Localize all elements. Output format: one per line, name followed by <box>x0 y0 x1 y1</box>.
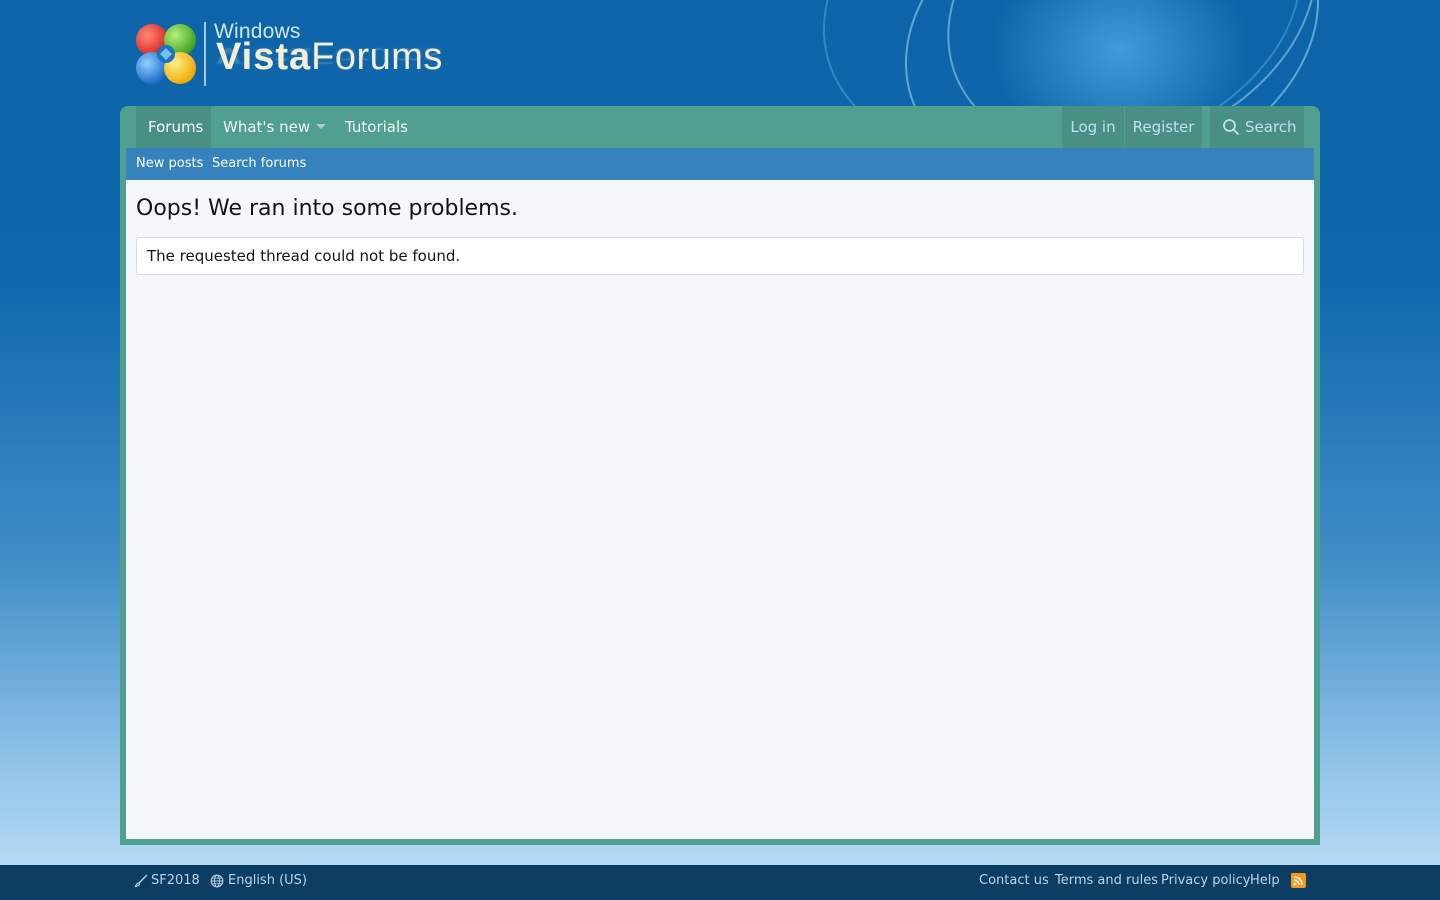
search-icon <box>1223 119 1239 135</box>
logo-reflection: VistaForums <box>216 42 443 68</box>
language-chooser-label: English (US) <box>228 873 307 888</box>
logo-divider <box>204 22 206 86</box>
footer: SF2018 English (US) Contact us Terms and… <box>0 865 1440 900</box>
site-logo[interactable]: Windows VistaForums VistaForums <box>134 20 514 100</box>
windows-flag-icon <box>136 24 196 84</box>
globe-icon <box>210 874 224 888</box>
brush-icon <box>134 874 148 888</box>
sub-navigation: New posts Search forums <box>126 148 1314 180</box>
rss-glyph <box>1293 876 1303 886</box>
nav-tab-tutorials[interactable]: Tutorials <box>333 106 420 148</box>
subnav-new-posts[interactable]: New posts <box>136 148 203 180</box>
footer-link-help[interactable]: Help <box>1250 865 1280 900</box>
main-frame: Forums What's new Tutorials Log in Regis… <box>120 106 1320 845</box>
language-chooser-link[interactable]: English (US) <box>210 865 307 900</box>
error-message-box: The requested thread could not be found. <box>136 237 1304 275</box>
header-background-light <box>780 0 1340 110</box>
main-navigation: Forums What's new Tutorials Log in Regis… <box>120 106 1320 148</box>
main-content: Oops! We ran into some problems. The req… <box>126 180 1314 839</box>
footer-link-terms-and-rules[interactable]: Terms and rules <box>1055 865 1158 900</box>
style-chooser-label: SF2018 <box>151 873 200 888</box>
search-button-label: Search <box>1245 118 1297 136</box>
logo-reflection-light: Forums <box>311 42 443 68</box>
logo-reflection-bold: Vista <box>216 42 312 68</box>
style-chooser-link[interactable]: SF2018 <box>134 865 200 900</box>
page-title: Oops! We ran into some problems. <box>136 196 518 221</box>
nav-tab-whats-new[interactable]: What's new <box>211 106 322 148</box>
nav-tab-forums[interactable]: Forums <box>136 106 211 148</box>
subnav-search-forums[interactable]: Search forums <box>212 148 306 180</box>
search-button[interactable]: Search <box>1210 106 1304 148</box>
rss-icon[interactable] <box>1291 873 1306 888</box>
footer-link-contact-us[interactable]: Contact us <box>979 865 1049 900</box>
footer-link-privacy-policy[interactable]: Privacy policy <box>1161 865 1250 900</box>
login-button[interactable]: Log in <box>1062 106 1124 148</box>
register-button[interactable]: Register <box>1125 106 1202 148</box>
dropdown-caret-icon[interactable] <box>307 106 335 148</box>
